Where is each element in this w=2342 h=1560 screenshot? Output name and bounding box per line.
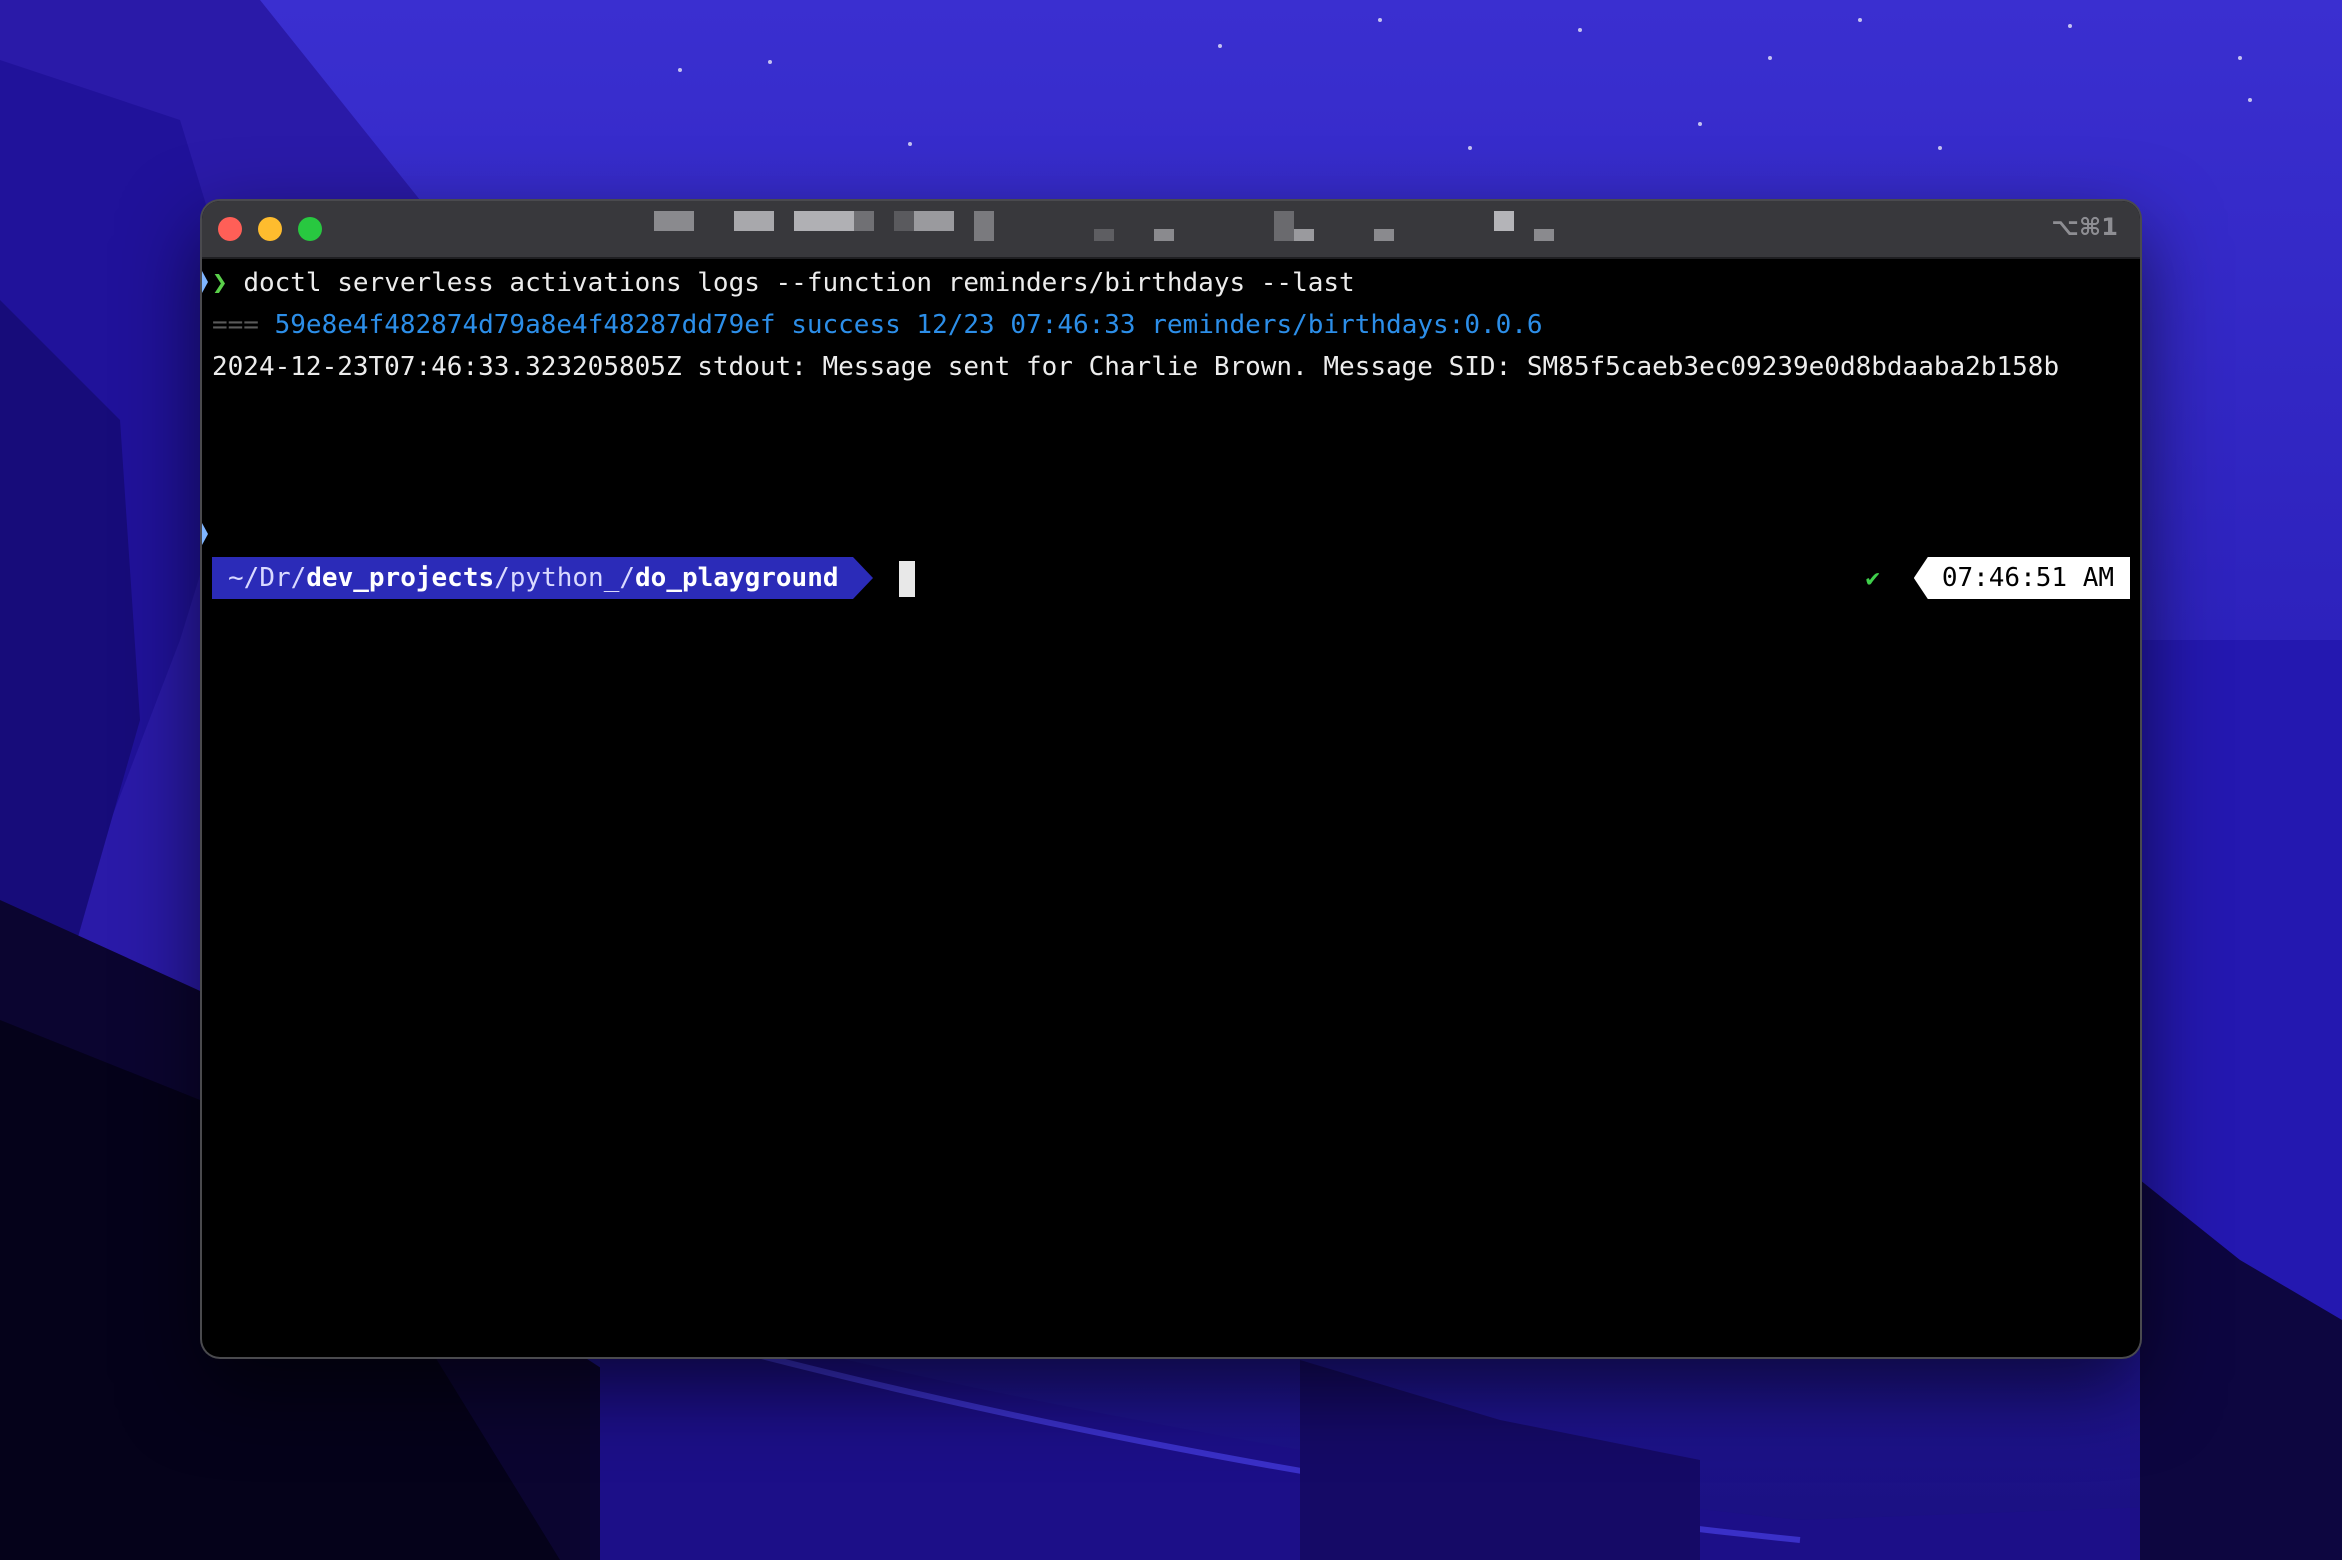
window-shortcut-label: ⌥⌘1: [2051, 213, 2118, 241]
terminal-window[interactable]: ⌥⌘1 ❯ doctl serverless activations logs …: [202, 201, 2140, 1357]
activation-separator: ===: [212, 310, 259, 340]
check-icon: ✔: [1865, 564, 1880, 592]
title-bar[interactable]: ⌥⌘1: [202, 201, 2140, 259]
command-line: ❯ doctl serverless activations logs --fu…: [212, 263, 1355, 303]
prompt-chevron-icon: ❯: [212, 268, 228, 298]
activation-status: success: [791, 310, 901, 340]
prompt-marker-icon: [202, 271, 208, 293]
prompt-path-arrow: [853, 557, 873, 599]
prompt-clock: 07:46:51 AM: [1913, 557, 2130, 599]
command-text: doctl serverless activations logs --func…: [243, 268, 1355, 298]
blurred-window-title: [202, 201, 2140, 257]
activation-date: 12/23: [916, 310, 995, 340]
log-output-line: 2024-12-23T07:46:33.323205805Z stdout: M…: [212, 352, 2060, 382]
cursor-icon: [899, 561, 915, 597]
activation-id: 59e8e4f482874d79a8e4f48287dd79ef: [274, 310, 776, 340]
shell-prompt: ~/Dr/dev_projects/python_/do_playground …: [212, 557, 2130, 599]
prompt-marker-icon: [202, 523, 208, 545]
activation-header-line: === 59e8e4f482874d79a8e4f48287dd79ef suc…: [212, 305, 1543, 345]
terminal-content[interactable]: ❯ doctl serverless activations logs --fu…: [202, 259, 2140, 1357]
activation-time: 07:46:33: [1010, 310, 1136, 340]
prompt-path: ~/Dr/dev_projects/python_/do_playground: [212, 557, 853, 599]
activation-function: reminders/birthdays:0.0.6: [1151, 310, 1543, 340]
